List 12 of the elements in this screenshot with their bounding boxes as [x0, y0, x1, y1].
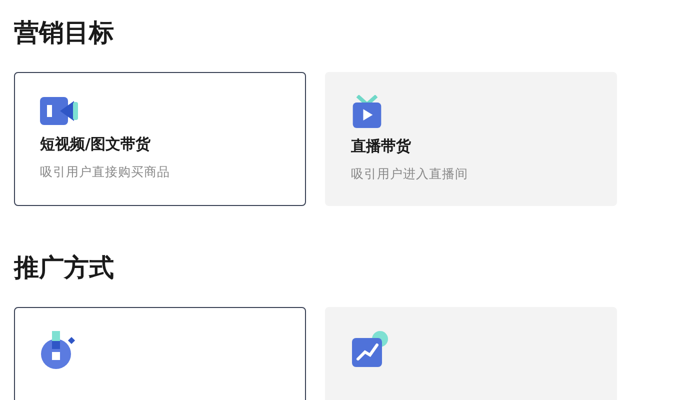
trend-chart-icon [351, 330, 391, 368]
option-card[interactable]: 短视频/图文带货 吸引用户直接购买商品 [14, 72, 306, 206]
option-title: 直播带货 [351, 137, 411, 156]
stopwatch-icon [40, 330, 76, 370]
section-title: 营销目标 [14, 17, 115, 49]
tv-play-icon [351, 95, 383, 129]
option-title: 短视频/图文带货 [40, 135, 150, 154]
video-camera-icon [40, 95, 80, 127]
option-description: 吸引用户直接购买商品 [40, 164, 170, 181]
option-card[interactable]: 直播带货 吸引用户进入直播间 [325, 72, 617, 206]
section-title: 推广方式 [14, 252, 115, 284]
option-description: 吸引用户进入直播间 [351, 166, 468, 183]
